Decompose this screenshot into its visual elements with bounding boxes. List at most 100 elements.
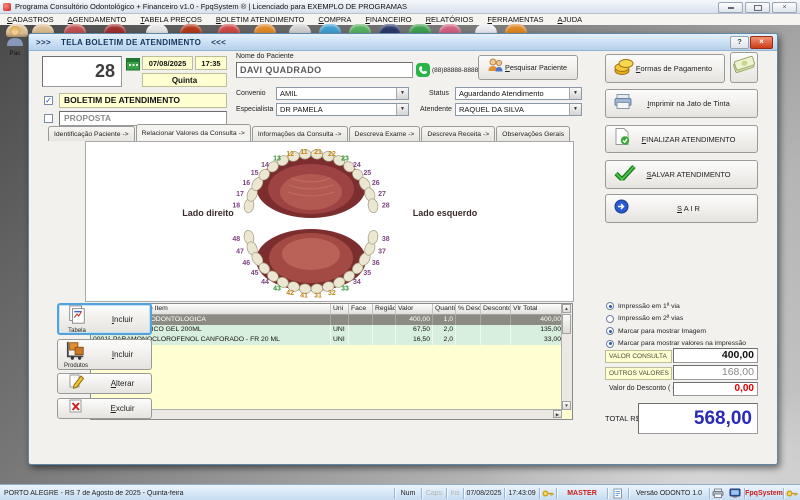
menubar: CADASTROSAGENDAMENTOTABELA PREÇOSBOLETIM… — [0, 14, 800, 25]
tabela-icon: Tabela — [59, 305, 95, 334]
table-cell — [331, 315, 349, 325]
excluir-button[interactable]: Excluir — [57, 398, 152, 419]
radio-icon[interactable] — [606, 327, 614, 335]
especialista-select[interactable]: DR PAMELA ▼ — [276, 103, 409, 116]
document-icon — [608, 488, 628, 499]
money-button[interactable] — [730, 52, 758, 83]
chevron-down-icon[interactable]: ▼ — [569, 88, 581, 99]
menu-item-ferramentas[interactable]: FERRAMENTAS — [480, 15, 550, 24]
close-button[interactable]: × — [772, 2, 797, 13]
print-option[interactable]: Marcar para mostrar Imagem — [606, 325, 776, 338]
dialog-close-button[interactable]: × — [750, 36, 773, 49]
radio-icon[interactable] — [606, 315, 614, 323]
menu-item-cadastros[interactable]: CADASTROS — [0, 15, 61, 24]
atendente-select[interactable]: RAQUEL DA SILVA▼ — [455, 103, 582, 116]
tabela-incluir-button[interactable]: Tabela Incluir — [57, 303, 152, 335]
tab-informações-da-consulta[interactable]: Informações da Consulta -> — [252, 126, 348, 141]
column-header[interactable]: Face — [349, 304, 373, 315]
formas-pagamento-button[interactable]: Formas de Pagamento — [605, 54, 725, 83]
vscroll-thumb[interactable] — [562, 314, 571, 334]
calendar-icon[interactable] — [126, 57, 140, 76]
alterar-button[interactable]: Alterar — [57, 373, 152, 394]
insert-indicator: Ins — [447, 490, 463, 497]
person-icon — [5, 25, 25, 47]
horizontal-scrollbar[interactable]: ◀ ▶ — [91, 409, 562, 419]
menu-item-ajuda[interactable]: AJUDA — [551, 15, 590, 24]
convenio-value: AMIL — [280, 89, 298, 98]
menu-item-relat-rios[interactable]: RELATÓRIOS — [419, 15, 481, 24]
caps-lock-indicator: Caps — [422, 490, 446, 497]
minimize-button[interactable] — [718, 2, 743, 13]
table-cell: 33,00 — [511, 335, 564, 345]
outros-valores-value[interactable]: 168,00 — [673, 365, 758, 380]
chevron-down-icon[interactable]: ▼ — [569, 104, 581, 115]
boletim-checkbox[interactable]: ✓ — [44, 96, 53, 105]
pencil-icon — [58, 373, 94, 394]
nome-paciente-input[interactable]: DAVI QUADRADO — [236, 62, 413, 78]
chevron-down-icon[interactable]: ▼ — [396, 104, 408, 115]
finalizar-button[interactable]: FINALIZAR ATENDIMENTO — [605, 125, 758, 153]
tab-descreva-receita[interactable]: Descreva Receita -> — [421, 126, 495, 141]
table-cell — [456, 315, 481, 325]
table-cell: 1,0 — [433, 315, 456, 325]
radio-icon[interactable] — [606, 302, 614, 310]
column-header[interactable]: Região — [373, 304, 396, 315]
menu-item-compra[interactable]: COMPRA — [311, 15, 358, 24]
scroll-right-icon[interactable]: ▶ — [553, 410, 562, 418]
exit-icon — [614, 199, 629, 219]
sair-button[interactable]: S A I R — [605, 194, 758, 223]
statusbar-version: Versão ODONTO 1.0 — [629, 490, 709, 497]
whatsapp-icon[interactable] — [416, 63, 430, 82]
column-header[interactable]: Valor — [396, 304, 433, 315]
column-header[interactable]: Quantia — [433, 304, 456, 315]
date-field[interactable]: 07/08/2025 — [142, 56, 193, 70]
menu-item-boletim-atendimento[interactable]: BOLETIM ATENDIMENTO — [209, 15, 312, 24]
restore-button[interactable] — [745, 2, 770, 13]
menu-item-agendamento[interactable]: AGENDAMENTO — [61, 15, 134, 24]
convenio-select[interactable]: AMIL ▼ — [276, 87, 409, 100]
scroll-down-icon[interactable]: ▼ — [562, 401, 571, 410]
proposta-checkbox[interactable] — [44, 114, 53, 123]
tooth-number-11: 11 — [300, 149, 308, 156]
table-cell — [349, 325, 373, 335]
record-number-field[interactable]: 28 — [42, 56, 122, 87]
dialog-help-button[interactable]: ? — [730, 36, 749, 49]
column-header[interactable]: Desconto — [481, 304, 511, 315]
table-row[interactable]: 000148FLUOR TOPICO GEL 200MLUNI67,502,01… — [91, 325, 572, 335]
vertical-scrollbar[interactable]: ▲ ▼ — [561, 304, 572, 410]
column-header[interactable]: % Desc. — [456, 304, 481, 315]
scroll-up-icon[interactable]: ▲ — [562, 304, 571, 313]
menu-item-financeiro[interactable]: FINANCEIRO — [358, 15, 418, 24]
tab-observações-gerais[interactable]: Observações Gerais — [496, 126, 570, 141]
time-field[interactable]: 17:35 — [195, 56, 227, 70]
produtos-incluir-button[interactable]: Produtos Incluir — [57, 339, 152, 370]
odontogram-panel[interactable]: 1817161514131211212223242526272848474645… — [85, 141, 574, 302]
tooth-number-25: 25 — [363, 170, 371, 177]
table-row[interactable]: 000002CONSULTA ODONTOLOGICA400,001,0400,… — [91, 315, 572, 325]
chevron-down-icon[interactable]: ▼ — [396, 88, 408, 99]
desconto-value[interactable]: 0,00 — [673, 382, 758, 396]
table-cell: 400,00 — [396, 315, 433, 325]
valor-consulta-value[interactable]: 400,00 — [673, 348, 758, 363]
tooth-number-12: 12 — [286, 151, 294, 158]
radio-icon[interactable] — [606, 340, 614, 348]
column-header[interactable]: Vlr Total — [511, 304, 564, 315]
especialista-value: DR PAMELA — [280, 105, 323, 114]
tab-descreva-exame[interactable]: Descreva Exame -> — [349, 126, 421, 141]
status-select[interactable]: Aguardando Atendimento▼ — [455, 87, 582, 100]
imprimir-button[interactable]: Imprimir na Jato de Tinta — [605, 89, 758, 118]
tab-relacionar-valores-da-consulta[interactable]: Relacionar Valores da Consulta -> — [136, 124, 251, 141]
menu-item-tabela-pre-os[interactable]: TABELA PREÇOS — [133, 15, 209, 24]
print-option[interactable]: Impressão em 1ª via — [606, 300, 776, 313]
tooth-number-16: 16 — [242, 180, 250, 187]
print-option[interactable]: Impressão em 2ª vias — [606, 313, 776, 326]
table-row[interactable]: 000159PARAMONOCLOROFENOL CANFORADO - FR … — [91, 335, 572, 345]
dialog-titlebar[interactable]: >>> TELA BOLETIM DE ATENDIMENTO <<< ? × — [29, 34, 777, 51]
column-header[interactable]: Uni — [331, 304, 349, 315]
desconto-label: Valor do Desconto ( - ) — [609, 385, 679, 392]
salvar-button[interactable]: SALVAR ATENDIMENTO — [605, 160, 758, 189]
tab-identificação-paciente[interactable]: Identificação Paciente -> — [48, 126, 135, 141]
table-cell — [481, 335, 511, 345]
pesquisar-paciente-button[interactable]: Pesquisar Paciente — [478, 55, 578, 80]
paciente-toolbar-button[interactable]: Pac — [2, 25, 28, 69]
